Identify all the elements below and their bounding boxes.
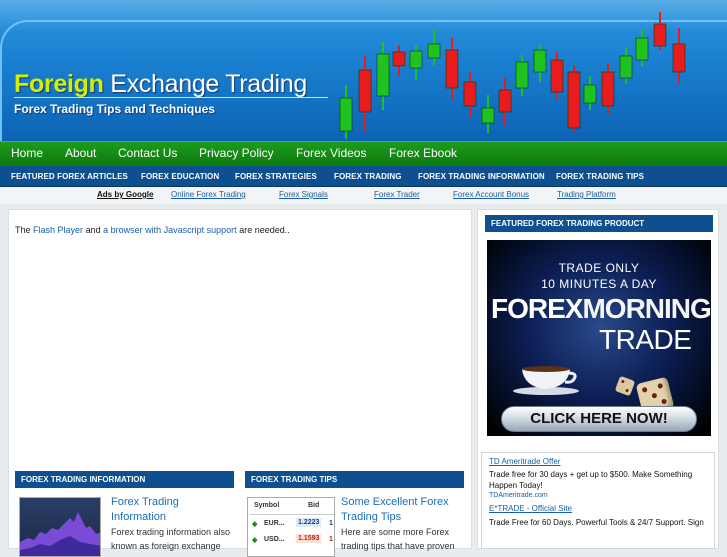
article-excerpt-forex-trading-tips: Here are some more Forex trading tips th… <box>341 527 455 551</box>
ad-title-etrade[interactable]: E*TRADE - Official Site <box>489 504 572 513</box>
candle-body <box>533 49 547 73</box>
sidebar-text-ads: TD Ameritrade Offer Trade free for 30 da… <box>481 452 715 549</box>
candle-body <box>481 107 495 124</box>
ads-by-google-label[interactable]: Ads by Google <box>97 190 153 199</box>
article-title-forex-trading-information[interactable]: Forex Trading Information <box>111 495 231 525</box>
quotes-col-bid: Bid <box>308 502 320 509</box>
site-tagline: Forex Trading Tips and Techniques <box>14 102 215 116</box>
banner-line-trade-only: TRADE ONLY <box>558 261 640 275</box>
dice-pip <box>641 386 648 393</box>
site-title[interactable]: Foreign Exchange Trading <box>14 70 307 99</box>
section-heading-forex-trading-tips: FOREX TRADING TIPS <box>245 471 464 488</box>
category-forex-trading-information[interactable]: FOREX TRADING INFORMATION <box>418 172 545 181</box>
candle-body <box>376 53 390 97</box>
forex-chart-thumbnail[interactable] <box>19 497 101 557</box>
quote-symbol-usd: USD... <box>264 536 285 543</box>
quote-bid-usd: 1.1593 <box>296 534 322 543</box>
up-arrow-icon: ◆ <box>252 521 258 528</box>
category-forex-strategies[interactable]: FOREX STRATEGIES <box>235 172 317 181</box>
up-arrow-icon: ◆ <box>252 537 258 544</box>
candle-body <box>515 61 529 89</box>
small-dice-icon <box>614 375 636 397</box>
ad-title-td-ameritrade[interactable]: TD Ameritrade Offer <box>489 457 560 466</box>
ad-desc-etrade: Trade Free for 60 Days. Powerful Tools &… <box>489 518 704 527</box>
flash-player-link[interactable]: Flash Player <box>33 225 83 235</box>
nav-forex-ebook[interactable]: Forex Ebook <box>389 146 457 160</box>
nav-about[interactable]: About <box>65 146 96 160</box>
quote-extra-usd: 1 <box>329 536 333 543</box>
candle-body <box>498 89 512 113</box>
forex-morning-trade-banner[interactable]: TRADE ONLY 10 MINUTES A DAY FOREXMORNING… <box>487 240 711 436</box>
section-heading-forex-trading-information: FOREX TRADING INFORMATION <box>15 471 234 488</box>
title-underline <box>14 97 328 98</box>
ad-link-trading-platform[interactable]: Trading Platform <box>557 190 616 199</box>
category-nav: FEATURED FOREX ARTICLES FOREX EDUCATION … <box>0 166 727 187</box>
ad-url-td-ameritrade[interactable]: TDAmeritrade.com <box>489 492 548 499</box>
main-nav: Home About Contact Us Privacy Policy For… <box>0 141 727 166</box>
nav-privacy-policy[interactable]: Privacy Policy <box>199 146 274 160</box>
nav-home[interactable]: Home <box>11 146 43 160</box>
ad-link-forex-account-bonus[interactable]: Forex Account Bonus <box>453 190 529 199</box>
dice-pip <box>657 382 664 389</box>
article-title-forex-trading-tips[interactable]: Some Excellent Forex Trading Tips <box>341 495 461 525</box>
dice-pip <box>661 398 668 405</box>
quote-extra-eur: 1 <box>329 520 333 527</box>
google-ads-bar: Ads by Google Online Forex Trading Forex… <box>0 187 727 204</box>
flash-notice-pre: The <box>15 225 31 235</box>
site-title-exchange-trading: Exchange Trading <box>110 70 307 98</box>
quote-symbol-eur: EUR... <box>264 520 285 527</box>
article-excerpt-forex-trading-information: Forex trading information also known as … <box>111 527 231 551</box>
candle-body <box>392 51 406 67</box>
candle-body <box>409 50 423 69</box>
chart-thumbnail-graphic <box>20 512 100 556</box>
banner-brand: FOREXMORNING <box>491 293 711 325</box>
nav-forex-videos[interactable]: Forex Videos <box>296 146 366 160</box>
banner-brand-forex: FOREX <box>491 293 583 324</box>
site-header: Foreign Exchange Trading Forex Trading T… <box>0 0 727 141</box>
banner-brand-morning: MORNING <box>582 293 711 324</box>
ad-link-forex-trader[interactable]: Forex Trader <box>374 190 420 199</box>
click-here-now-button[interactable]: CLICK HERE NOW! <box>501 406 697 432</box>
flash-notice-post: are needed.. <box>239 225 290 235</box>
candle-body <box>358 69 372 113</box>
banner-line-10-minutes: 10 MINUTES A DAY <box>541 277 657 291</box>
featured-product-heading: FEATURED FOREX TRADING PRODUCT <box>485 215 713 232</box>
dice-pip <box>625 388 630 393</box>
dice-pip <box>620 379 625 384</box>
javascript-browser-link[interactable]: a browser with Javascript support <box>103 225 237 235</box>
candle-body <box>550 59 564 93</box>
candle-body <box>583 84 597 104</box>
flash-player-notice: The Flash Player and a browser with Java… <box>15 225 290 235</box>
ad-link-forex-signals[interactable]: Forex Signals <box>279 190 328 199</box>
dice-pip <box>651 392 658 399</box>
flash-notice-mid: and <box>85 225 101 235</box>
candle-body <box>463 81 477 107</box>
category-forex-trading-tips[interactable]: FOREX TRADING TIPS <box>556 172 644 181</box>
quotes-divider <box>250 514 334 515</box>
banner-brand-trade: TRADE <box>599 324 692 355</box>
quotes-col-symbol: Symbol <box>254 502 280 509</box>
candle-body <box>567 71 581 129</box>
candle-body <box>427 43 441 59</box>
candle-body <box>601 71 615 107</box>
site-title-foreign: Foreign <box>14 70 104 98</box>
ad-link-online-forex-trading[interactable]: Online Forex Trading <box>171 190 246 199</box>
category-forex-education[interactable]: FOREX EDUCATION <box>141 172 219 181</box>
coffee-cup-icon <box>513 366 579 395</box>
main-content: The Flash Player and a browser with Java… <box>8 209 472 557</box>
ad-desc-td-ameritrade: Trade free for 30 days + get up to $500.… <box>489 470 693 490</box>
category-forex-trading[interactable]: FOREX TRADING <box>334 172 402 181</box>
candle-body <box>653 23 667 47</box>
candle-body <box>339 97 353 132</box>
candle-body <box>445 49 459 89</box>
quote-bid-eur: 1.2223 <box>296 518 322 527</box>
forex-quotes-thumbnail[interactable]: Symbol Bid ◆ EUR... 1.2223 1 ◆ USD... 1.… <box>247 497 335 557</box>
candle-body <box>619 55 633 79</box>
candle-body <box>672 43 686 73</box>
nav-contact-us[interactable]: Contact Us <box>118 146 177 160</box>
candle-body <box>635 37 649 61</box>
category-featured-forex-articles[interactable]: FEATURED FOREX ARTICLES <box>11 172 128 181</box>
